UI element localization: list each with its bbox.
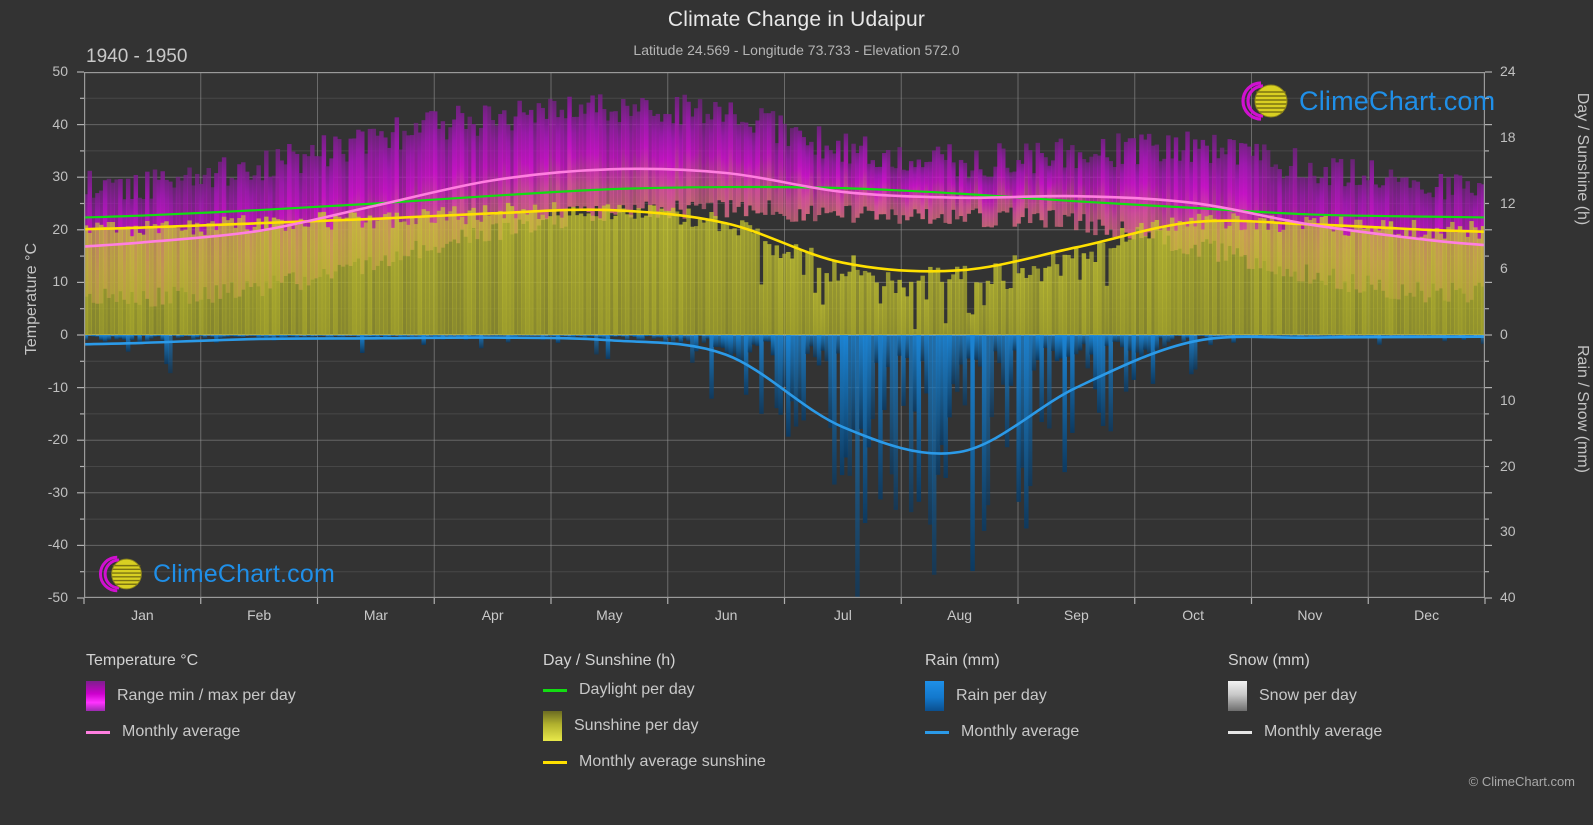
legend-label: Daylight per day (579, 681, 695, 698)
legend-label: Monthly average (1264, 723, 1383, 740)
legend-label: Monthly average (961, 723, 1080, 740)
y-tick-right-hours: 6 (1500, 260, 1508, 277)
legend-item-temp-range[interactable]: Range min / max per day (86, 681, 526, 711)
y-tick-right-mm: 30 (1500, 523, 1516, 540)
plot-area (84, 72, 1485, 598)
legend-item-snow-per-day[interactable]: Snow per day (1228, 681, 1528, 711)
y-axis-left-title: Temperature °C (23, 242, 40, 356)
legend-label: Sunshine per day (574, 717, 699, 734)
x-tick-nov: Nov (1297, 607, 1323, 623)
period-label: 1940 - 1950 (86, 46, 188, 67)
climechart-logo-icon (1241, 81, 1288, 121)
legend-heading-temperature: Temperature °C (86, 652, 199, 669)
temperature-range-swatch-icon (86, 681, 105, 711)
watermark-text-top: ClimeChart.com (1299, 85, 1496, 116)
sunshine-swatch-icon (543, 711, 562, 741)
y-tick-left: 10 (52, 273, 68, 290)
y-tick-right-mm: 20 (1500, 457, 1516, 474)
y-axis-right-top-title: Day / Sunshine (h) (1574, 92, 1591, 226)
legend-item-sunshine[interactable]: Sunshine per day (543, 711, 943, 741)
daylight-line-icon (543, 688, 567, 692)
rain-average-line-icon (925, 730, 949, 734)
copyright-label: © ClimeChart.com (1468, 774, 1575, 789)
y-tick-left: 50 (52, 63, 68, 79)
watermark-logo-top: ClimeChart.com (1235, 78, 1495, 124)
legend-heading-day-sunshine: Day / Sunshine (h) (543, 652, 676, 669)
legend-item-temp-average[interactable]: Monthly average (86, 723, 526, 741)
y-tick-left: -50 (47, 589, 68, 605)
y-tick-left: -40 (47, 536, 68, 553)
legend-item-rain-per-day[interactable]: Rain per day (925, 681, 1215, 711)
legend-item-snow-average[interactable]: Monthly average (1228, 723, 1528, 741)
climate-plot-svg (84, 72, 1485, 598)
x-tick-may: May (596, 607, 623, 623)
rain-swatch-icon (925, 681, 944, 711)
x-tick-oct: Oct (1182, 607, 1205, 623)
legend-label: Rain per day (956, 687, 1047, 704)
x-tick-aug: Aug (947, 607, 973, 623)
temperature-average-line-icon (86, 730, 110, 734)
climate-chart-page: Climate Change in Udaipur Latitude 24.56… (0, 0, 1593, 825)
legend-heading-rain: Rain (mm) (925, 652, 1000, 669)
legend-group-temperature: Temperature °C Range min / max per day M… (86, 652, 526, 753)
legend-item-sunshine-average[interactable]: Monthly average sunshine (543, 753, 943, 771)
y-tick-left: 20 (52, 220, 68, 237)
legend-group-day-sunshine: Day / Sunshine (h) Daylight per day Suns… (543, 652, 943, 783)
y-tick-right-mm: 40 (1500, 589, 1516, 605)
snow-average-line-icon (1228, 730, 1252, 734)
x-tick-jun: Jun (714, 607, 738, 623)
legend-label: Monthly average sunshine (579, 753, 766, 770)
climechart-logo-icon (98, 555, 142, 593)
y-tick-left: 40 (52, 115, 68, 132)
legend-item-daylight[interactable]: Daylight per day (543, 681, 943, 699)
x-tick-feb: Feb (247, 607, 272, 623)
legend-label: Monthly average (122, 723, 241, 740)
legend-label: Range min / max per day (117, 687, 296, 704)
y-tick-right-hours: 12 (1500, 194, 1516, 211)
x-tick-jan: Jan (131, 607, 154, 623)
y-tick-left: -10 (47, 378, 68, 395)
y-tick-left: -20 (47, 431, 68, 448)
legend-heading-snow: Snow (mm) (1228, 652, 1310, 669)
x-tick-jul: Jul (833, 607, 852, 623)
watermark-text-bottom: ClimeChart.com (153, 559, 335, 588)
x-tick-sep: Sep (1063, 607, 1089, 623)
y-axis-right-bottom-title: Rain / Snow (mm) (1574, 344, 1591, 474)
location-subtitle: Latitude 24.569 - Longitude 73.733 - Ele… (633, 42, 960, 58)
y-tick-right-mm: 10 (1500, 391, 1516, 408)
y-tick-right-hours: 18 (1500, 128, 1516, 145)
page-title: Climate Change in Udaipur (667, 8, 926, 31)
x-tick-mar: Mar (363, 607, 388, 623)
legend-item-rain-average[interactable]: Monthly average (925, 723, 1215, 741)
y-tick-left: -30 (47, 483, 68, 500)
x-tick-dec: Dec (1414, 607, 1440, 623)
y-tick-left: 0 (60, 326, 68, 342)
y-tick-right-hours: 0 (1500, 326, 1508, 342)
watermark-logo-bottom: ClimeChart.com (93, 552, 335, 596)
y-tick-left: 30 (52, 168, 68, 185)
sunshine-average-line-icon (543, 760, 567, 764)
x-tick-apr: Apr (481, 607, 504, 623)
legend-group-snow: Snow (mm) Snow per day Monthly average (1228, 652, 1528, 753)
legend-group-rain: Rain (mm) Rain per day Monthly average (925, 652, 1215, 753)
legend-label: Snow per day (1259, 687, 1357, 704)
snow-swatch-icon (1228, 681, 1247, 711)
y-tick-right-hours: 24 (1500, 63, 1516, 79)
